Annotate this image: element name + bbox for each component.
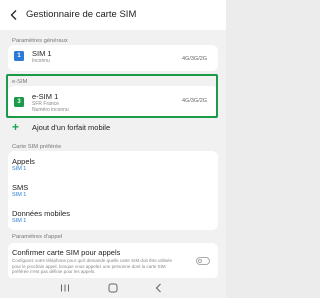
- section-calls-label: Paramètres d'appel: [12, 234, 63, 240]
- sim-number: 1: [17, 53, 21, 59]
- sim-manager-screen: Gestionnaire de carte SIM Paramètres gén…: [0, 0, 226, 298]
- confirm-sim-description: Configurez votre téléphone pour qu'il de…: [12, 258, 172, 274]
- esim-highlight: [6, 74, 218, 118]
- recent-apps-icon[interactable]: [58, 282, 72, 294]
- sim1-operator: Inconnu: [32, 58, 50, 64]
- sim1-network: 4G/3G/2G: [182, 56, 208, 62]
- chevron-left-icon[interactable]: [8, 9, 20, 21]
- app-header: Gestionnaire de carte SIM: [0, 0, 226, 30]
- system-navbar: [0, 278, 226, 298]
- back-icon[interactable]: [152, 282, 166, 294]
- sim1-name: SIM 1: [32, 49, 52, 58]
- pref-calls-label[interactable]: Appels: [12, 157, 35, 166]
- sim1-row[interactable]: 1 SIM 1 Inconnu 4G/3G/2G: [8, 45, 218, 71]
- pref-data-label[interactable]: Données mobiles: [12, 209, 70, 218]
- pref-data-value: SIM 1: [12, 218, 27, 224]
- confirm-sim-toggle[interactable]: [196, 257, 210, 265]
- pref-sms-label[interactable]: SMS: [12, 183, 28, 192]
- home-icon[interactable]: [106, 282, 120, 294]
- preferred-sim-card: [8, 151, 218, 230]
- toggle-knob: [198, 259, 202, 263]
- section-preferred-label: Carte SIM préférée: [12, 144, 62, 150]
- pref-sms-value: SIM 1: [12, 192, 27, 198]
- page-title: Gestionnaire de carte SIM: [26, 9, 137, 20]
- pref-calls-value: SIM 1: [12, 166, 27, 172]
- section-general-label: Paramètres généraux: [12, 38, 68, 44]
- sim-card-icon: 1: [14, 51, 24, 61]
- confirm-sim-label[interactable]: Confirmer carte SIM pour appels: [12, 248, 120, 257]
- add-plan-button[interactable]: Ajout d'un forfait mobile: [32, 123, 110, 132]
- plus-icon[interactable]: +: [12, 121, 19, 133]
